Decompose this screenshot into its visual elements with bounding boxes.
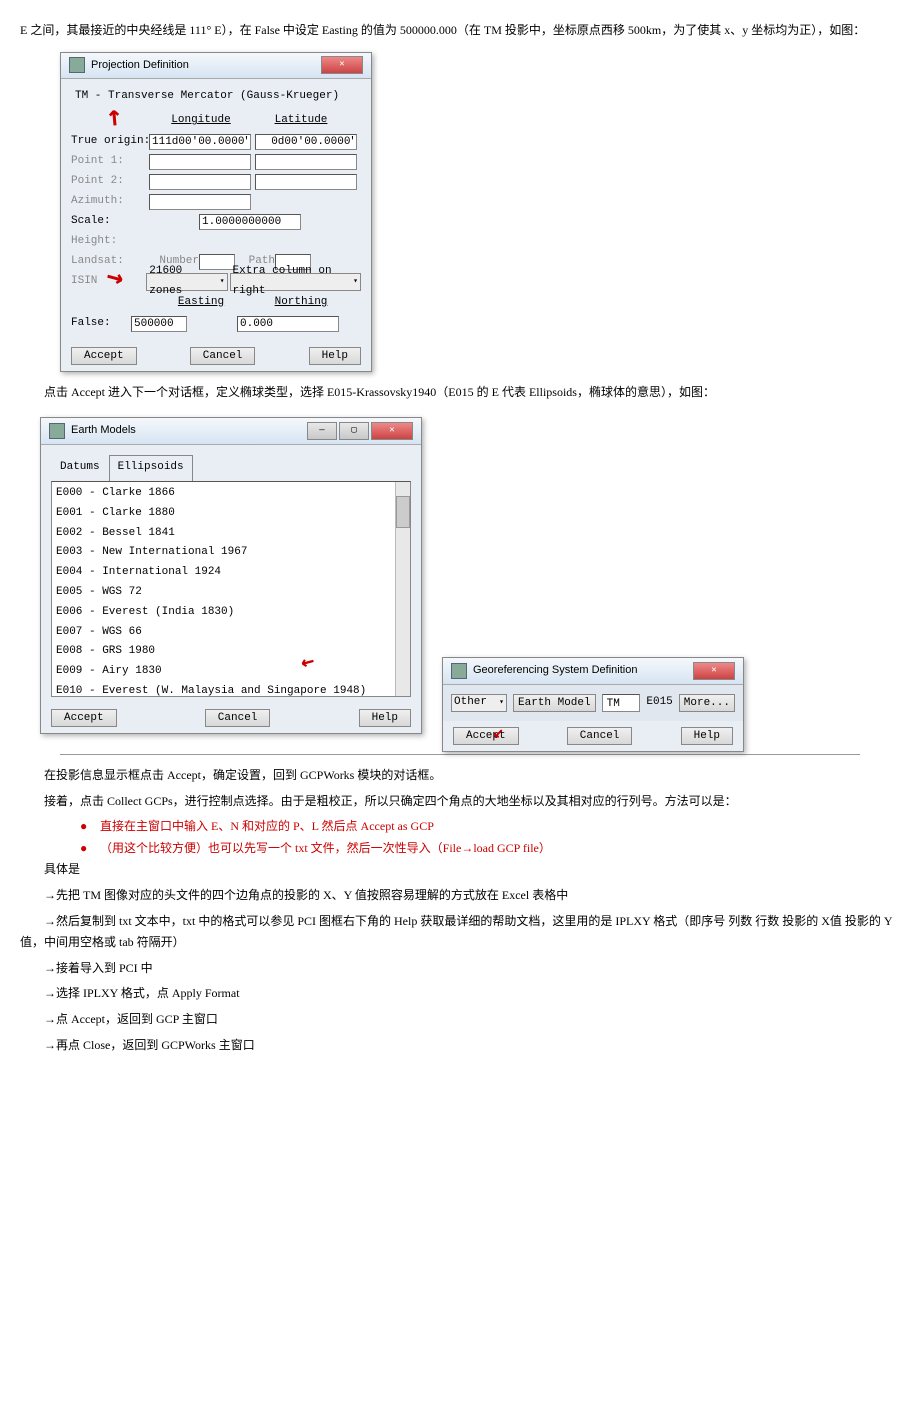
point2-lat-input[interactable] [255,174,357,190]
scrollbar[interactable] [395,482,410,696]
col-northing: Northing [251,293,351,313]
titlebar: Earth Models — ▢ ✕ [41,418,421,445]
false-northing-input[interactable] [237,316,339,332]
projection-definition-dialog: Projection Definition ✕ TM - Transverse … [60,52,372,372]
point1-long-input[interactable] [149,154,251,170]
close-icon[interactable]: ✕ [693,662,735,680]
projection-subtitle: TM - Transverse Mercator (Gauss-Krueger) [71,85,361,109]
more-button[interactable]: More... [679,694,735,712]
georeferencing-dialog: Georeferencing System Definition ✕ Other… [442,657,744,752]
close-icon[interactable]: ✕ [321,56,363,74]
list-item[interactable]: E002 - Bessel 1841 [54,524,408,544]
label-point2: Point 2: [71,172,149,192]
cancel-button[interactable]: Cancel [205,709,271,727]
scroll-thumb[interactable] [396,496,410,528]
list-item[interactable]: E007 - WGS 66 [54,623,408,643]
label-azimuth: Azimuth: [71,192,149,212]
window-icon [69,57,85,73]
titlebar: Georeferencing System Definition ✕ [443,658,743,685]
window-title: Projection Definition [91,56,321,76]
window-icon [451,663,467,679]
true-origin-longitude-input[interactable] [149,134,251,150]
label-landsat: Landsat: [71,252,149,272]
maximize-icon[interactable]: ▢ [339,422,369,440]
body-p4: →先把 TM 图像对应的头文件的四个边角点的投影的 X、Y 值按照容易理解的方式… [20,885,900,907]
label-scale: Scale: [71,212,149,232]
col-longitude: Longitude [151,111,251,131]
col-easting: Easting [151,293,251,313]
intro-text-2: 点击 Accept 进入下一个对话框，定义椭球类型，选择 E015-Krasso… [20,382,900,404]
list-item[interactable]: E005 - WGS 72 [54,583,408,603]
divider [60,754,860,755]
tab-ellipsoids[interactable]: Ellipsoids [109,455,193,481]
cancel-button[interactable]: Cancel [567,727,633,745]
ellipsoid-code: E015 [646,693,672,713]
list-item[interactable]: E000 - Clarke 1866 [54,484,408,504]
accept-button[interactable]: Accept [453,727,519,745]
label-point1: Point 1: [71,152,149,172]
help-button[interactable]: Help [359,709,411,727]
close-icon[interactable]: ✕ [371,422,413,440]
earth-models-dialog: Earth Models — ▢ ✕ Datums Ellipsoids E00… [40,417,422,734]
tab-datums[interactable]: Datums [51,455,109,481]
false-easting-input[interactable] [131,316,187,332]
georef-type-dropdown[interactable]: Other [451,694,507,712]
true-origin-latitude-input[interactable] [255,134,357,150]
body-p5: →然后复制到 txt 文本中，txt 中的格式可以参见 PCI 图框右下角的 H… [20,911,900,954]
window-title: Earth Models [71,421,307,441]
label-false: False: [71,314,131,334]
azimuth-input[interactable] [149,194,251,210]
point2-long-input[interactable] [149,174,251,190]
list-item[interactable]: E010 - Everest (W. Malaysia and Singapor… [54,682,408,697]
titlebar: Projection Definition ✕ [61,53,371,80]
list-item[interactable]: E001 - Clarke 1880 [54,504,408,524]
body-p7: →选择 IPLXY 格式，点 Apply Format [20,983,900,1005]
body-p3: 具体是 [20,859,900,881]
scale-input[interactable] [199,214,301,230]
projection-field[interactable]: TM [602,694,641,712]
window-icon [49,423,65,439]
window-title: Georeferencing System Definition [473,661,693,681]
isin-extra-dropdown[interactable]: Extra column on right [230,273,361,291]
cancel-button[interactable]: Cancel [190,347,256,365]
point1-lat-input[interactable] [255,154,357,170]
label-isin: ISIN [71,272,146,292]
label-height: Height: [71,232,149,252]
earth-model-button[interactable]: Earth Model [513,694,596,712]
list-item[interactable]: E008 - GRS 1980 [54,642,408,662]
list-item[interactable]: E003 - New International 1967 [54,543,408,563]
intro-text-1: E 之间，其最接近的中央经线是 111° E），在 False 中设定 East… [20,20,900,42]
minimize-icon[interactable]: — [307,422,337,440]
list-item[interactable]: E004 - International 1924 [54,563,408,583]
accept-button[interactable]: Accept [51,709,117,727]
body-p8: →点 Accept，返回到 GCP 主窗口 [20,1009,900,1031]
body-p9: →再点 Close，返回到 GCPWorks 主窗口 [20,1035,900,1057]
label-true-origin: True origin: [71,132,149,152]
body-p2: 接着，点击 Collect GCPs，进行控制点选择。由于是粗校正，所以只确定四… [20,791,900,813]
help-button[interactable]: Help [681,727,733,745]
col-latitude: Latitude [251,111,351,131]
isin-zones-dropdown[interactable]: 21600 zones [146,273,227,291]
bullet-2: （用这个比较方便）也可以先写一个 txt 文件，然后一次性导入（File→loa… [80,838,900,860]
body-p6: →接着导入到 PCI 中 [20,958,900,980]
bullet-1: 直接在主窗口中输入 E、N 和对应的 P、L 然后点 Accept as GCP [80,816,900,838]
accept-button[interactable]: Accept [71,347,137,365]
list-item[interactable]: E009 - Airy 1830 [54,662,408,682]
help-button[interactable]: Help [309,347,361,365]
body-p1: 在投影信息显示框点击 Accept，确定设置，回到 GCPWorks 模块的对话… [20,765,900,787]
ellipsoids-listbox[interactable]: E000 - Clarke 1866 E001 - Clarke 1880 E0… [51,481,411,697]
list-item[interactable]: E006 - Everest (India 1830) [54,603,408,623]
